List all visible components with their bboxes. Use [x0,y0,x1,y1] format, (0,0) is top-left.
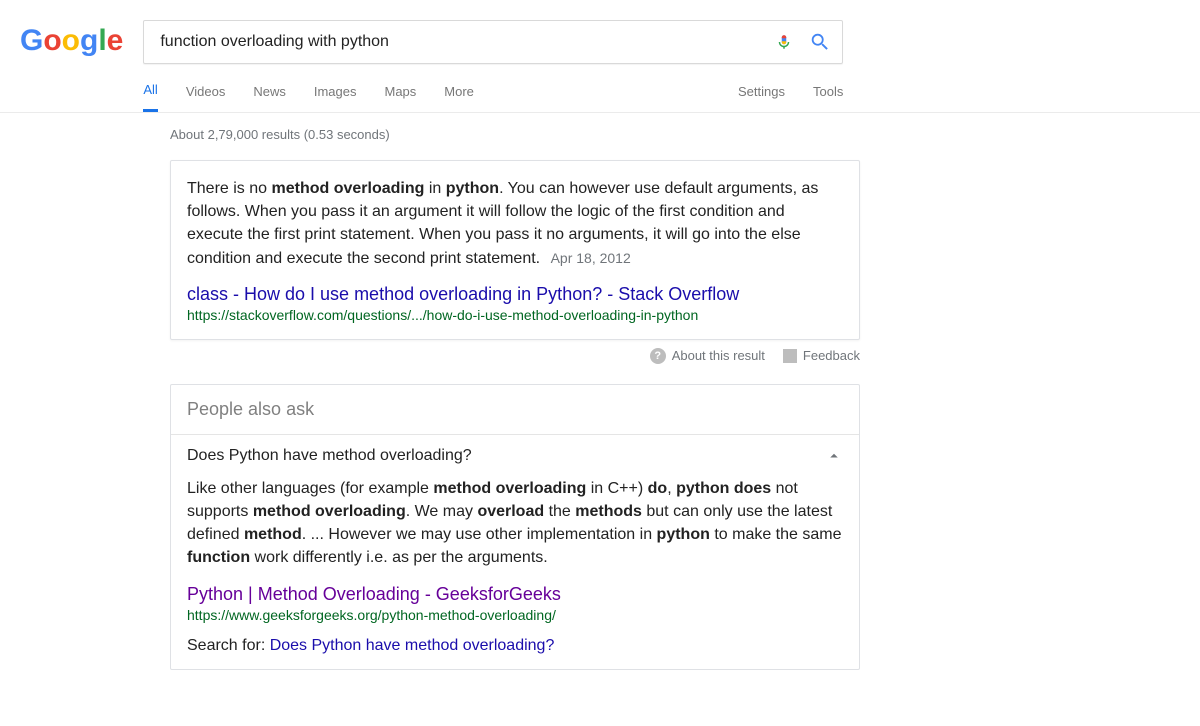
search-area: All Videos News Images Maps More Setting… [143,20,843,112]
about-result-link[interactable]: ? About this result [650,348,765,364]
search-box[interactable] [143,20,843,64]
paa-result-title[interactable]: Python | Method Overloading - GeeksforGe… [187,584,843,605]
people-also-ask: People also ask Does Python have method … [170,384,860,670]
search-input[interactable] [160,33,760,51]
featured-snippet-date: Apr 18, 2012 [551,250,631,266]
featured-snippet-card: There is no method overloading in python… [170,160,860,340]
settings-link[interactable]: Settings [738,84,785,111]
tab-more[interactable]: More [444,84,474,111]
google-logo[interactable]: Google [20,24,123,58]
feedback-link[interactable]: Feedback [783,348,860,363]
people-also-ask-header: People also ask [171,385,859,434]
paa-question-1[interactable]: Does Python have method overloading? [171,434,859,477]
feedback-icon [783,349,797,363]
microphone-icon[interactable] [772,30,796,54]
paa-search-for: Search for: Does Python have method over… [187,637,843,655]
featured-meta-row: ? About this result Feedback [170,348,860,364]
tab-news[interactable]: News [253,84,286,111]
tools-area: Settings Tools [738,84,843,111]
tab-images[interactable]: Images [314,84,357,111]
featured-snippet-text: There is no method overloading in python… [187,177,843,270]
header: Google All Videos News Images Maps More … [0,0,1200,113]
paa-answer-text: Like other languages (for example method… [187,477,843,570]
result-stats: About 2,79,000 results (0.53 seconds) [170,127,860,142]
chevron-up-icon [825,447,843,465]
tabs-row: All Videos News Images Maps More Setting… [143,82,843,112]
featured-result-title[interactable]: class - How do I use method overloading … [187,284,843,305]
paa-question-1-text: Does Python have method overloading? [187,447,472,465]
paa-answer-1: Like other languages (for example method… [171,477,859,669]
results-column: About 2,79,000 results (0.53 seconds) Th… [170,113,860,710]
tab-maps[interactable]: Maps [384,84,416,111]
tab-videos[interactable]: Videos [186,84,226,111]
paa-search-for-link[interactable]: Does Python have method overloading? [270,637,555,654]
paa-result-url: https://www.geeksforgeeks.org/python-met… [187,607,843,623]
help-icon: ? [650,348,666,364]
tab-all[interactable]: All [143,82,157,112]
featured-result-url: https://stackoverflow.com/questions/.../… [187,307,843,323]
search-icon[interactable] [808,30,832,54]
tools-link[interactable]: Tools [813,84,843,111]
